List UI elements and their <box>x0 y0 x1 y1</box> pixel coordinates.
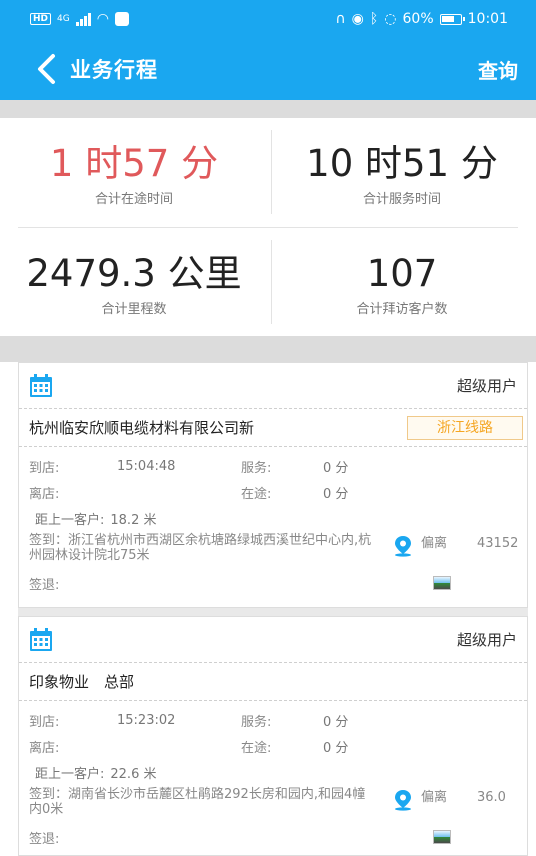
service-label: 服务: <box>241 714 272 730</box>
wifi-icon: ◠ <box>96 11 109 27</box>
signout-row: 签退: <box>29 825 517 849</box>
distance-value: 22.6 米 <box>110 766 157 782</box>
section-gap <box>0 336 536 362</box>
service-value: 0 分 <box>323 460 349 476</box>
location-pin-icon[interactable] <box>393 789 413 811</box>
app-notification-icon <box>114 12 129 26</box>
transit-value: 0 分 <box>323 486 349 502</box>
stat-value: 2479.3 公里 <box>26 252 242 295</box>
card-user: 超级用户 <box>456 631 517 649</box>
signin-address: 签到：湖南省长沙市岳麓区杜鹃路292长房和园内,和园4幢内0米 <box>29 787 366 817</box>
card-body: 到店: 15:04:48 服务: 0 分 离店: 在途: 0 分 距上一客户: … <box>19 447 527 595</box>
arrive-row: 到店: 15:23:02 服务: 0 分 <box>29 707 517 733</box>
status-left: HD 4G ◠ <box>30 11 129 27</box>
photo-thumbnail-icon[interactable] <box>433 830 451 844</box>
battery-icon <box>439 13 465 25</box>
eye-icon: ◉ <box>351 11 364 27</box>
stat-transit-time: 1 时57 分 合计在途时间 <box>0 118 268 226</box>
section-gap <box>0 100 536 118</box>
distance-value: 18.2 米 <box>110 512 157 528</box>
deviation-value: 43152 <box>477 536 519 551</box>
headset-icon: ∩ <box>335 11 346 27</box>
signout-label: 签退: <box>29 831 60 847</box>
stat-value: 107 <box>366 252 438 295</box>
transit-label: 在途: <box>241 486 272 502</box>
service-value: 0 分 <box>323 714 349 730</box>
card-company-row: 杭州临安欣顺电缆材料有限公司新 浙江线路 <box>19 409 527 447</box>
company-name: 杭州临安欣顺电缆材料有限公司新 <box>29 419 255 437</box>
stat-label: 合计服务时间 <box>362 192 441 207</box>
signout-row: 签退: <box>29 571 517 595</box>
arrive-label: 到店: <box>29 460 60 476</box>
signin-row: 签到：湖南省长沙市岳麓区杜鹃路292长房和园内,和园4幢内0米 偏离 36.0 <box>29 787 517 825</box>
stat-label: 合计在途时间 <box>94 192 173 207</box>
leave-row: 离店: 在途: 0 分 <box>29 733 517 759</box>
stats-row-1: 1 时57 分 合计在途时间 10 时51 分 合计服务时间 <box>0 118 536 226</box>
query-button[interactable]: 查询 <box>478 55 518 84</box>
photo-thumbnail-icon[interactable] <box>433 576 451 590</box>
location-status-icon: ◌ <box>384 11 397 27</box>
card-user: 超级用户 <box>456 377 517 395</box>
stats-row-2: 2479.3 公里 合计里程数 107 合计拜访客户数 <box>0 228 536 336</box>
visit-list: 超级用户 杭州临安欣顺电缆材料有限公司新 浙江线路 到店: 15:04:48 服… <box>18 362 528 856</box>
distance-label: 距上一客户: <box>35 766 105 782</box>
back-arrow-icon[interactable] <box>36 53 56 85</box>
arrive-value: 15:23:02 <box>117 712 176 728</box>
distance-row: 距上一客户: 22.6 米 <box>29 759 517 785</box>
signal-icon <box>75 12 91 26</box>
leave-label: 离店: <box>29 740 60 756</box>
battery-percent: 60% <box>402 11 434 27</box>
distance-label: 距上一客户: <box>35 512 105 528</box>
signin-row: 签到：浙江省杭州市西湖区余杭塘路绿城西溪世纪中心内,杭州园林设计院北75米 偏离… <box>29 533 519 571</box>
status-bar: HD 4G ◠ ∩ ◉ ᛒ ◌ 60% 10:01 <box>0 0 536 38</box>
arrive-row: 到店: 15:04:48 服务: 0 分 <box>29 453 517 479</box>
stat-value: 10 时51 分 <box>306 142 498 185</box>
distance-row: 距上一客户: 18.2 米 <box>29 505 517 531</box>
stats-panel: 1 时57 分 合计在途时间 10 时51 分 合计服务时间 2479.3 公里… <box>0 118 536 336</box>
company-name: 印象物业 总部 <box>29 673 135 691</box>
page-title: 业务行程 <box>70 58 158 82</box>
deviation-value: 36.0 <box>477 790 506 805</box>
bluetooth-icon: ᛒ <box>369 11 379 27</box>
signout-label: 签退: <box>29 577 60 593</box>
stat-value: 1 时57 分 <box>49 142 219 185</box>
card-header: 超级用户 <box>19 363 527 409</box>
deviation-label: 偏离 <box>421 790 448 805</box>
transit-label: 在途: <box>241 740 272 756</box>
network-label: 4G <box>57 14 70 24</box>
transit-value: 0 分 <box>323 740 349 756</box>
calendar-icon <box>30 373 52 397</box>
visit-card[interactable]: 超级用户 印象物业 总部 到店: 15:23:02 服务: 0 分 离店: 在途… <box>18 616 528 856</box>
location-pin-icon[interactable] <box>393 535 413 557</box>
card-body: 到店: 15:23:02 服务: 0 分 离店: 在途: 0 分 距上一客户: … <box>19 701 527 849</box>
stat-customers: 107 合计拜访客户数 <box>268 228 536 336</box>
hd-badge: HD <box>30 13 52 25</box>
route-tag[interactable]: 浙江线路 <box>407 415 523 440</box>
stat-mileage: 2479.3 公里 合计里程数 <box>0 228 268 336</box>
clock: 10:01 <box>467 11 508 27</box>
status-right: ∩ ◉ ᛒ ◌ 60% 10:01 <box>335 11 508 27</box>
card-company-row: 印象物业 总部 <box>19 663 527 701</box>
calendar-icon <box>30 627 52 651</box>
app-bar: 业务行程 查询 <box>0 38 536 100</box>
deviation-label: 偏离 <box>421 536 448 551</box>
arrive-value: 15:04:48 <box>117 458 176 474</box>
service-label: 服务: <box>241 460 272 476</box>
stat-label: 合计里程数 <box>101 302 167 317</box>
stat-label: 合计拜访客户数 <box>356 302 448 317</box>
visit-card[interactable]: 超级用户 杭州临安欣顺电缆材料有限公司新 浙江线路 到店: 15:04:48 服… <box>18 362 528 608</box>
leave-label: 离店: <box>29 486 60 502</box>
leave-row: 离店: 在途: 0 分 <box>29 479 517 505</box>
signin-address: 签到：浙江省杭州市西湖区余杭塘路绿城西溪世纪中心内,杭州园林设计院北75米 <box>29 533 372 563</box>
arrive-label: 到店: <box>29 714 60 730</box>
card-header: 超级用户 <box>19 617 527 663</box>
stat-service-time: 10 时51 分 合计服务时间 <box>268 118 536 226</box>
